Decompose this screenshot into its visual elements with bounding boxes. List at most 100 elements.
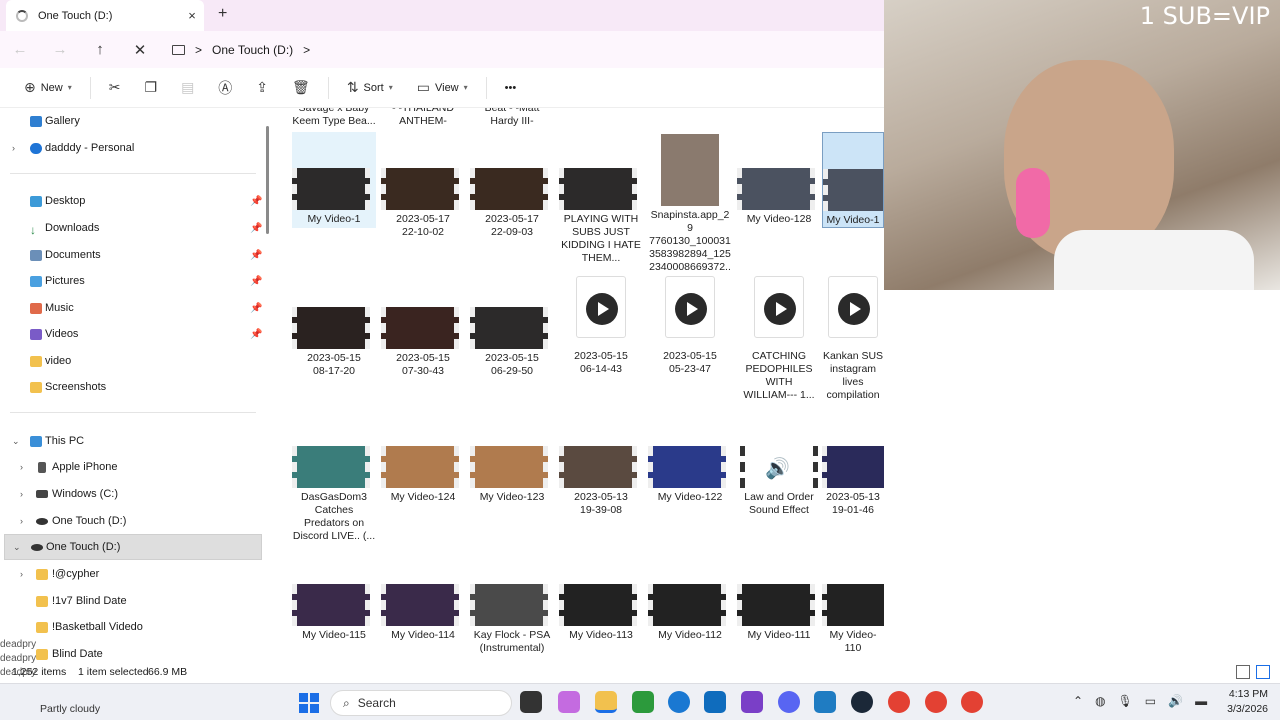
file-tile-selected[interactable]: My Video-1 bbox=[822, 132, 884, 228]
clock[interactable]: 4:13 PM 3/3/2026 bbox=[1212, 687, 1268, 717]
tab-one-touch[interactable]: One Touch (D:) × bbox=[6, 0, 204, 31]
copy-button[interactable]: ❐ bbox=[135, 74, 168, 102]
file-tile[interactable]: Kankan SUS instagram lives compilation bbox=[822, 276, 884, 402]
sidebar-item-blind-date-1v7[interactable]: !1v7 Blind Date bbox=[0, 588, 262, 614]
weather-label[interactable]: Partly cloudy bbox=[40, 703, 100, 715]
delete-button[interactable]: 🗑 bbox=[282, 74, 320, 102]
microphone-icon[interactable]: 🎙 bbox=[1118, 694, 1133, 708]
app-icon[interactable] bbox=[741, 691, 763, 713]
store-icon[interactable] bbox=[704, 691, 726, 713]
battery-icon[interactable]: ▬ bbox=[1195, 694, 1207, 708]
pin-icon[interactable]: 📌 bbox=[250, 303, 262, 314]
sidebar-scrollbar[interactable] bbox=[266, 126, 269, 234]
sidebar-item-downloads[interactable]: ↓ Downloads 📌 bbox=[0, 215, 262, 241]
file-tile[interactable]: My Video-122 bbox=[648, 446, 732, 504]
file-tile[interactable]: My Video-128 bbox=[737, 168, 821, 226]
sidebar-item-video-folder[interactable]: video bbox=[0, 348, 262, 374]
cut-button[interactable]: ✂ bbox=[99, 74, 131, 102]
pin-icon[interactable]: 📌 bbox=[250, 223, 262, 234]
stop-loading-button[interactable]: ✕ bbox=[120, 41, 160, 59]
file-tile[interactable]: My Video-115 bbox=[292, 584, 376, 642]
file-name: My Video-114 bbox=[391, 629, 455, 641]
file-tile[interactable]: 2023-05-15 06-29-50 bbox=[470, 307, 554, 378]
file-tile[interactable]: My Video-110 bbox=[822, 584, 884, 655]
sidebar-item-iphone[interactable]: › Apple iPhone bbox=[0, 454, 262, 480]
edge-icon[interactable] bbox=[668, 691, 690, 713]
file-tile[interactable]: Kay Flock - PSA (Instrumental) bbox=[470, 584, 554, 655]
view-button[interactable]: ▭ View ▾ bbox=[407, 74, 478, 102]
photos-icon[interactable] bbox=[814, 691, 836, 713]
file-tile[interactable]: 2023-05-15 06-14-43 bbox=[559, 276, 643, 376]
volume-icon[interactable]: 🔊 bbox=[1168, 694, 1183, 708]
share-button[interactable]: ⇪ bbox=[246, 74, 278, 102]
file-tile[interactable]: Snapinsta.app_29 7760130_100031 35839828… bbox=[648, 134, 732, 287]
details-view-icon[interactable] bbox=[1236, 665, 1250, 679]
windows-start-icon[interactable] bbox=[299, 693, 319, 713]
chrome-profile-icon[interactable] bbox=[961, 691, 983, 713]
pin-icon[interactable]: 📌 bbox=[250, 329, 262, 340]
sidebar-item-one-touch-pc[interactable]: › One Touch (D:) bbox=[0, 508, 262, 534]
breadcrumb-drive[interactable]: One Touch (D:) bbox=[212, 43, 293, 57]
file-tile[interactable]: 2023-05-15 07-30-43 bbox=[381, 307, 465, 378]
new-button[interactable]: ⊕ New ▾ bbox=[14, 74, 82, 102]
sidebar-item-pictures[interactable]: Pictures 📌 bbox=[0, 268, 262, 294]
pin-icon[interactable]: 📌 bbox=[250, 276, 262, 287]
video-thumbnail bbox=[292, 584, 370, 626]
sidebar-item-this-pc[interactable]: ⌄ This PC bbox=[0, 428, 262, 454]
file-tile[interactable]: My Video-111 bbox=[737, 584, 821, 642]
sort-button[interactable]: ⇅ Sort ▾ bbox=[337, 74, 403, 102]
chrome-icon[interactable] bbox=[888, 691, 910, 713]
file-tile[interactable]: My Video-123 bbox=[470, 446, 554, 504]
file-tile[interactable]: My Video-113 bbox=[559, 584, 643, 642]
file-tile[interactable]: 2023-05-17 22-10-02 bbox=[381, 168, 465, 239]
pin-icon[interactable]: 📌 bbox=[250, 196, 262, 207]
file-tile[interactable]: My Video-124 bbox=[381, 446, 465, 504]
forward-button[interactable]: → bbox=[40, 41, 80, 58]
file-tile[interactable]: 2023-05-13 19-39-08 bbox=[559, 446, 643, 517]
back-button[interactable]: ← bbox=[0, 41, 40, 58]
sidebar-item-basketball[interactable]: !Basketball Videdo bbox=[0, 614, 262, 640]
task-view-icon[interactable] bbox=[520, 691, 542, 713]
taskbar-search[interactable]: ⌕ Search bbox=[330, 690, 512, 716]
file-tile[interactable]: My Video-1 bbox=[292, 132, 376, 228]
sidebar-item-desktop[interactable]: Desktop 📌 bbox=[0, 188, 262, 214]
file-tile[interactable]: 2023-05-13 19-01-46 bbox=[822, 446, 884, 517]
copilot-icon[interactable] bbox=[558, 691, 580, 713]
sidebar-item-cypher[interactable]: › !@cypher bbox=[0, 561, 262, 587]
xbox-icon[interactable] bbox=[632, 691, 654, 713]
sidebar-item-one-touch-selected[interactable]: ⌄ One Touch (D:) bbox=[4, 534, 262, 560]
close-tab-button[interactable]: × bbox=[180, 8, 204, 23]
sidebar-item-music[interactable]: Music 📌 bbox=[0, 295, 262, 321]
chevron-up-icon[interactable]: ⌃ bbox=[1073, 694, 1083, 708]
breadcrumb[interactable]: > One Touch (D:) > bbox=[172, 43, 310, 57]
paste-button[interactable]: ▤ bbox=[171, 74, 204, 102]
file-tile[interactable]: 2023-05-15 05-23-47 bbox=[648, 276, 732, 376]
sidebar-item-onedrive[interactable]: › dadddy - Personal bbox=[0, 135, 262, 161]
steam-icon[interactable] bbox=[851, 691, 873, 713]
discord-icon[interactable] bbox=[778, 691, 800, 713]
file-tile[interactable]: My Video-112 bbox=[648, 584, 732, 642]
file-tile[interactable]: CATCHING PEDOPHILES WITH WILLIAM--- 1... bbox=[737, 276, 821, 402]
new-tab-button[interactable]: + bbox=[218, 5, 227, 23]
sidebar-item-windows-c[interactable]: › Windows (C:) bbox=[0, 481, 262, 507]
media-file-icon bbox=[576, 276, 626, 338]
pin-icon[interactable]: 📌 bbox=[250, 250, 262, 261]
file-tile[interactable]: 2023-05-15 08-17-20 bbox=[292, 307, 376, 378]
network-icon[interactable]: ◍ bbox=[1095, 694, 1105, 708]
up-button[interactable]: ↑ bbox=[80, 41, 120, 58]
file-tile[interactable]: 2023-05-17 22-09-03 bbox=[470, 168, 554, 239]
rename-button[interactable]: Ⓐ bbox=[208, 74, 242, 102]
file-tile[interactable]: 🔊 Law and Order Sound Effect bbox=[737, 446, 821, 517]
chrome-profile-icon[interactable] bbox=[925, 691, 947, 713]
sidebar-item-videos[interactable]: Videos 📌 bbox=[0, 321, 262, 347]
sidebar-item-documents[interactable]: Documents 📌 bbox=[0, 242, 262, 268]
file-explorer-icon[interactable] bbox=[595, 691, 617, 713]
file-tile[interactable]: PLAYING WITH SUBS JUST KIDDING I HATE TH… bbox=[559, 168, 643, 265]
display-icon[interactable]: ▭ bbox=[1145, 694, 1156, 708]
file-tile[interactable]: My Video-114 bbox=[381, 584, 465, 642]
sidebar-item-screenshots[interactable]: Screenshots bbox=[0, 374, 262, 400]
sidebar-item-gallery[interactable]: Gallery bbox=[0, 108, 262, 134]
tiles-view-icon[interactable] bbox=[1256, 665, 1270, 679]
more-options-button[interactable]: ••• bbox=[495, 74, 527, 102]
file-tile[interactable]: DasGasDom3 Catches Predators on Discord … bbox=[292, 446, 376, 543]
